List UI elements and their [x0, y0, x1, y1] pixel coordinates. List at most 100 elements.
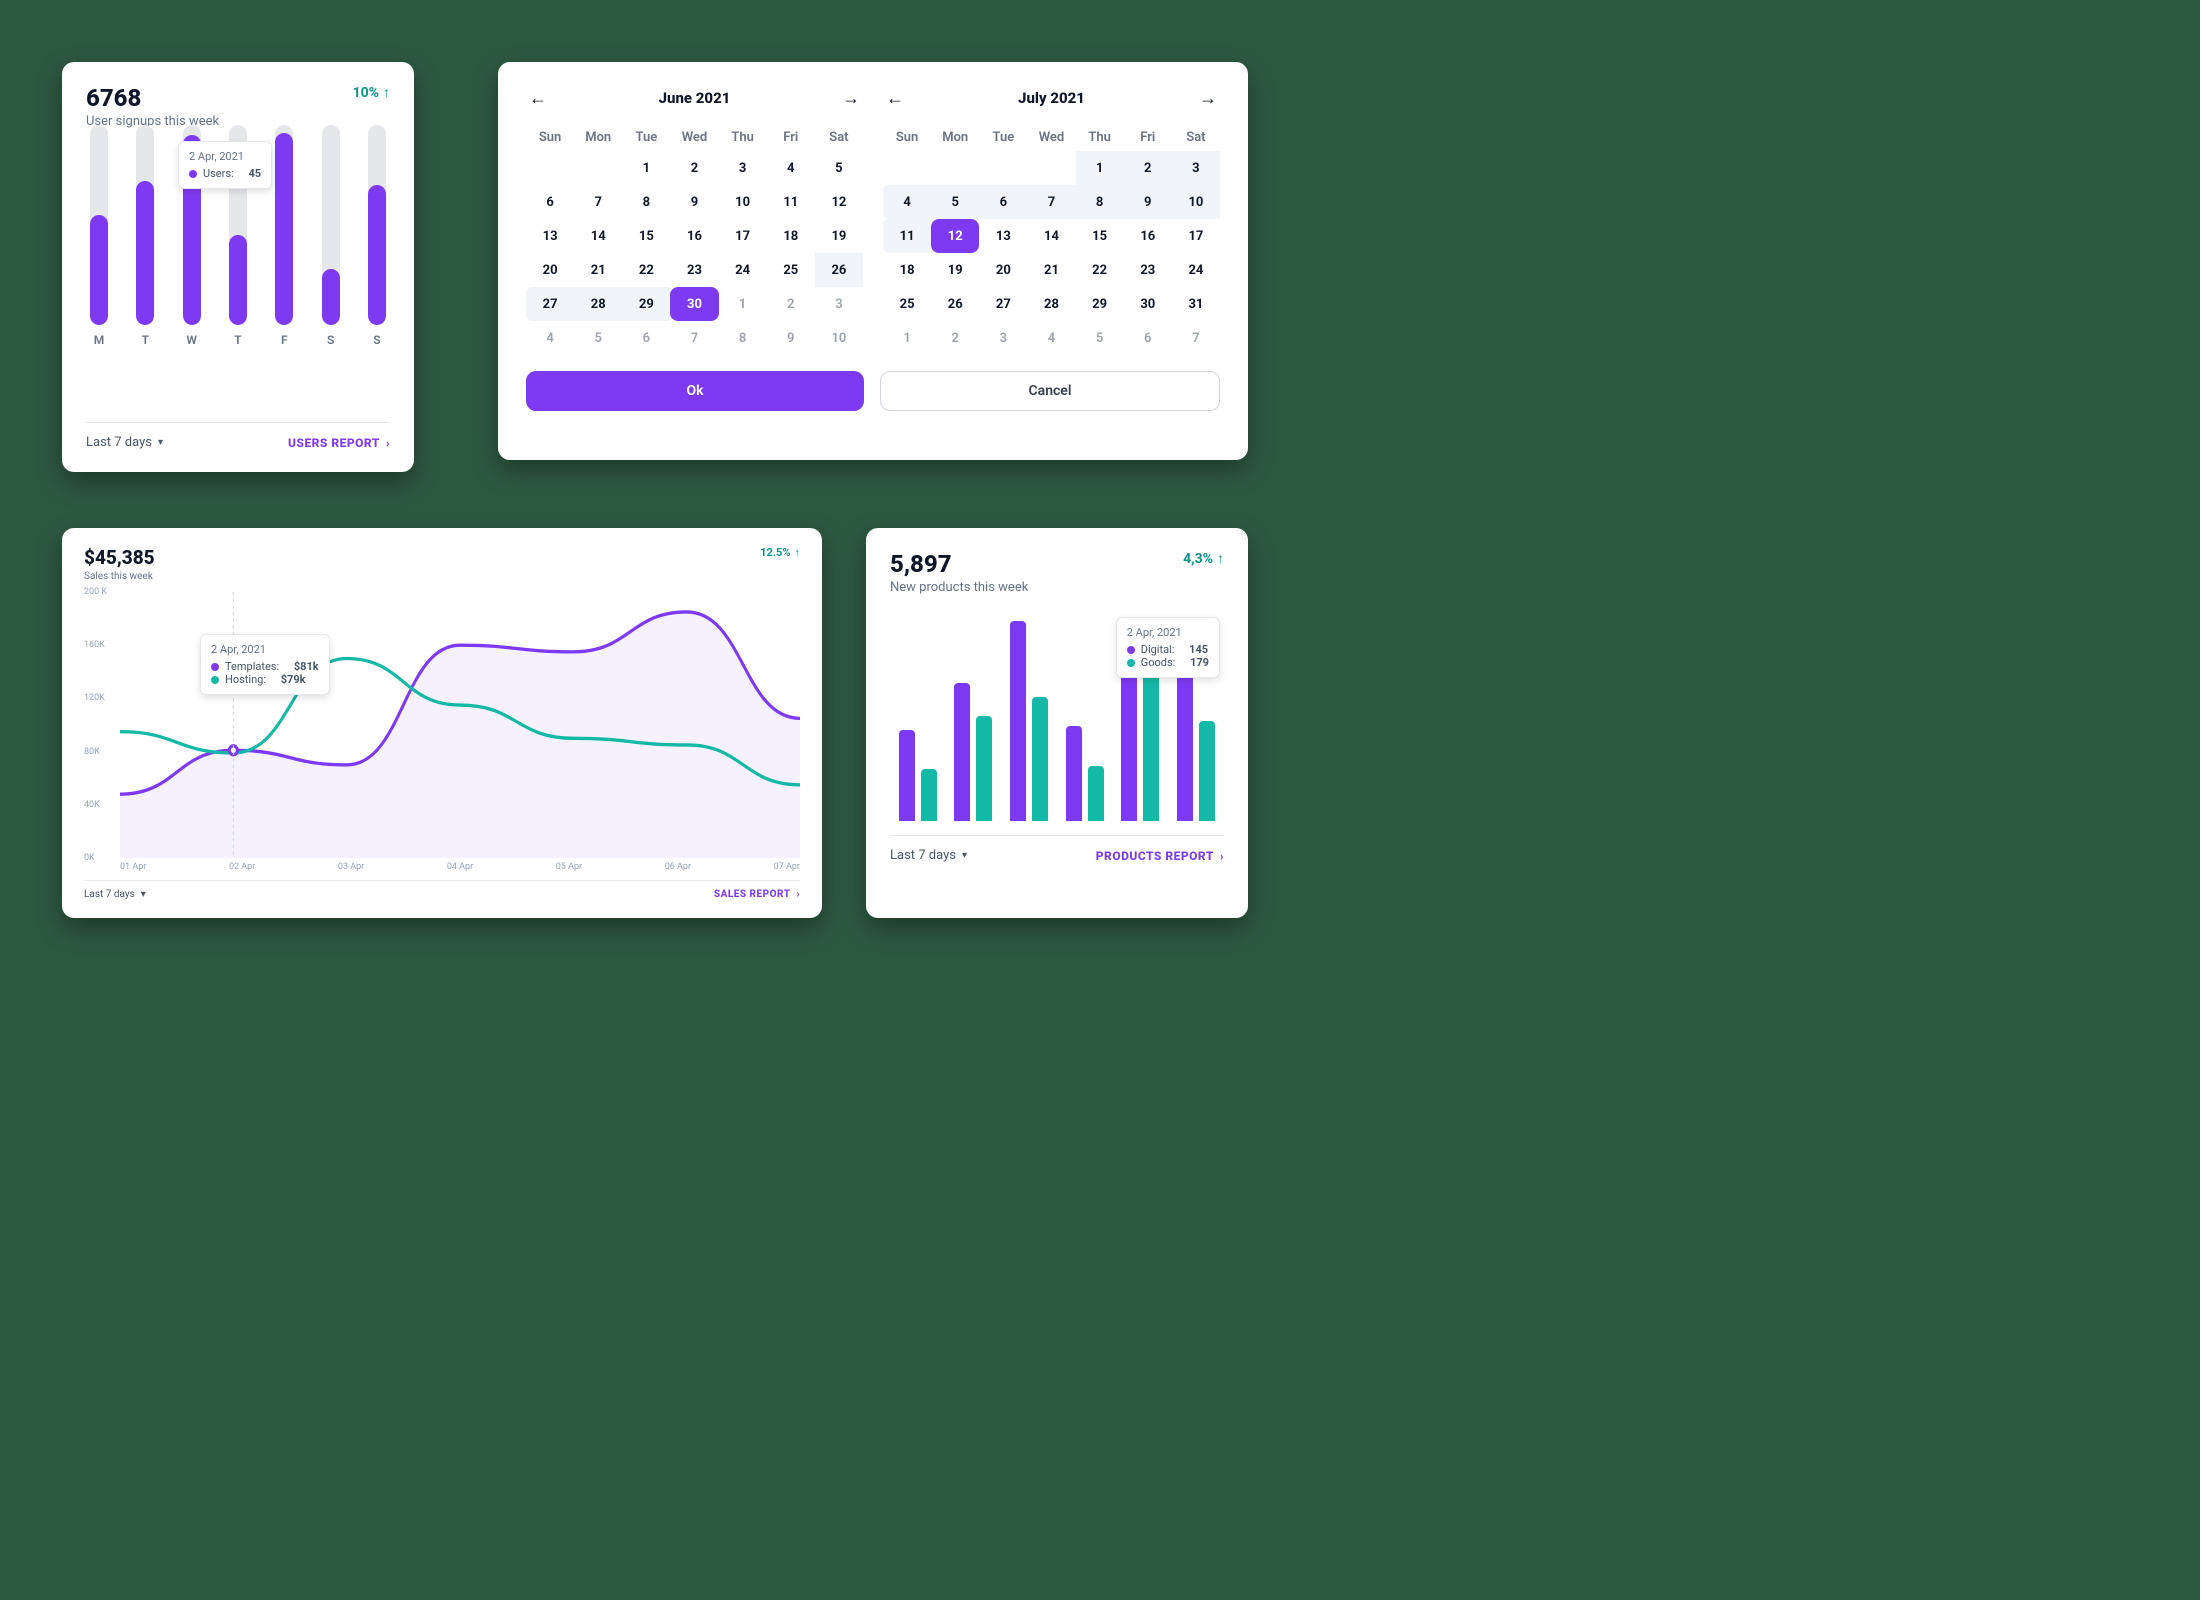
- calendar-day[interactable]: 7: [1027, 185, 1075, 219]
- sales-report-link[interactable]: SALES REPORT›: [714, 889, 800, 900]
- calendar-day[interactable]: 23: [670, 253, 718, 287]
- calendar-day[interactable]: 30: [1124, 287, 1172, 321]
- bar-group[interactable]: [899, 730, 937, 821]
- calendar-day[interactable]: 5: [1076, 321, 1124, 355]
- prev-month-button[interactable]: ←: [526, 86, 550, 110]
- calendar-day[interactable]: 3: [979, 321, 1027, 355]
- calendar-day[interactable]: 18: [767, 219, 815, 253]
- calendar-day[interactable]: 17: [719, 219, 767, 253]
- calendar-day[interactable]: 13: [979, 219, 1027, 253]
- calendar-day[interactable]: 12: [815, 185, 863, 219]
- calendar-day[interactable]: 14: [574, 219, 622, 253]
- calendar-day[interactable]: 5: [574, 321, 622, 355]
- calendar-day[interactable]: 17: [1172, 219, 1220, 253]
- calendar-day[interactable]: 19: [931, 253, 979, 287]
- calendar-day[interactable]: 10: [719, 185, 767, 219]
- bar-group[interactable]: [1177, 668, 1215, 821]
- products-range-picker[interactable]: Last 7 days▾: [890, 848, 967, 863]
- calendar-day[interactable]: 5: [815, 151, 863, 185]
- calendar-day[interactable]: 1: [622, 151, 670, 185]
- calendar-day[interactable]: 21: [1027, 253, 1075, 287]
- next-month-button[interactable]: →: [1196, 86, 1220, 110]
- calendar-day[interactable]: 27: [526, 287, 574, 321]
- calendar-day[interactable]: 6: [979, 185, 1027, 219]
- calendar-day[interactable]: 2: [767, 287, 815, 321]
- calendar-day[interactable]: 2: [931, 321, 979, 355]
- calendar-day[interactable]: 25: [767, 253, 815, 287]
- calendar-day[interactable]: 3: [719, 151, 767, 185]
- calendar-day[interactable]: 12: [931, 219, 979, 253]
- calendar-day[interactable]: 4: [526, 321, 574, 355]
- calendar-day[interactable]: 10: [815, 321, 863, 355]
- users-range-picker[interactable]: Last 7 days▾: [86, 435, 163, 450]
- calendar-day[interactable]: 6: [526, 185, 574, 219]
- calendar-day[interactable]: 24: [719, 253, 767, 287]
- calendar-day[interactable]: 20: [979, 253, 1027, 287]
- calendar-day[interactable]: 16: [670, 219, 718, 253]
- calendar-day[interactable]: 23: [1124, 253, 1172, 287]
- calendar-day[interactable]: 28: [1027, 287, 1075, 321]
- bar-column[interactable]: S: [322, 125, 340, 347]
- calendar-day[interactable]: 28: [574, 287, 622, 321]
- calendar-day[interactable]: 1: [883, 321, 931, 355]
- calendar-day[interactable]: 1: [1076, 151, 1124, 185]
- bar-group[interactable]: [954, 683, 992, 821]
- next-month-button[interactable]: →: [839, 86, 863, 110]
- calendar-day[interactable]: 9: [1124, 185, 1172, 219]
- calendar-day[interactable]: 26: [931, 287, 979, 321]
- calendar-day[interactable]: 30: [670, 287, 718, 321]
- calendar-day[interactable]: 19: [815, 219, 863, 253]
- prev-month-button[interactable]: ←: [883, 86, 907, 110]
- calendar-day[interactable]: 27: [979, 287, 1027, 321]
- calendar-day[interactable]: 4: [1027, 321, 1075, 355]
- calendar-day[interactable]: 22: [1076, 253, 1124, 287]
- calendar-day[interactable]: 21: [574, 253, 622, 287]
- calendar-day[interactable]: 26: [815, 253, 863, 287]
- calendar-day[interactable]: 3: [1172, 151, 1220, 185]
- calendar-day[interactable]: 18: [883, 253, 931, 287]
- sales-range-picker[interactable]: Last 7 days▾: [84, 889, 146, 900]
- calendar-day[interactable]: 14: [1027, 219, 1075, 253]
- calendar-day[interactable]: 3: [815, 287, 863, 321]
- calendar-day[interactable]: 4: [883, 185, 931, 219]
- bar-column[interactable]: M: [90, 125, 108, 347]
- calendar-day[interactable]: 29: [622, 287, 670, 321]
- calendar-day[interactable]: 9: [670, 185, 718, 219]
- calendar-day[interactable]: 7: [1172, 321, 1220, 355]
- bar-column[interactable]: S: [368, 125, 386, 347]
- calendar-day[interactable]: 15: [1076, 219, 1124, 253]
- ok-button[interactable]: Ok: [526, 371, 864, 411]
- bar-group[interactable]: [1010, 621, 1048, 821]
- calendar-day[interactable]: 6: [1124, 321, 1172, 355]
- calendar-day[interactable]: 20: [526, 253, 574, 287]
- bar-column[interactable]: T: [136, 125, 154, 347]
- calendar-day[interactable]: 6: [622, 321, 670, 355]
- calendar-day[interactable]: 2: [670, 151, 718, 185]
- calendar-day[interactable]: 8: [1076, 185, 1124, 219]
- calendar-day[interactable]: 15: [622, 219, 670, 253]
- calendar-day[interactable]: 29: [1076, 287, 1124, 321]
- calendar-day[interactable]: 7: [670, 321, 718, 355]
- bar-group[interactable]: [1066, 726, 1104, 821]
- calendar-day[interactable]: 31: [1172, 287, 1220, 321]
- calendar-day[interactable]: 1: [719, 287, 767, 321]
- calendar-day[interactable]: 11: [767, 185, 815, 219]
- products-report-link[interactable]: PRODUCTS REPORT›: [1096, 849, 1224, 863]
- users-report-link[interactable]: USERS REPORT›: [288, 436, 390, 450]
- calendar-day[interactable]: 11: [883, 219, 931, 253]
- calendar-day[interactable]: 16: [1124, 219, 1172, 253]
- calendar-day[interactable]: 4: [767, 151, 815, 185]
- calendar-day[interactable]: 7: [574, 185, 622, 219]
- calendar-day[interactable]: 9: [767, 321, 815, 355]
- calendar-day[interactable]: 22: [622, 253, 670, 287]
- calendar-day[interactable]: 25: [883, 287, 931, 321]
- calendar-day[interactable]: 13: [526, 219, 574, 253]
- calendar-day[interactable]: 5: [931, 185, 979, 219]
- calendar-day[interactable]: 8: [719, 321, 767, 355]
- calendar-day[interactable]: 2: [1124, 151, 1172, 185]
- cancel-button[interactable]: Cancel: [880, 371, 1220, 411]
- calendar-day[interactable]: 8: [622, 185, 670, 219]
- calendar-day[interactable]: 10: [1172, 185, 1220, 219]
- bar-column[interactable]: F: [275, 125, 293, 347]
- calendar-day[interactable]: 24: [1172, 253, 1220, 287]
